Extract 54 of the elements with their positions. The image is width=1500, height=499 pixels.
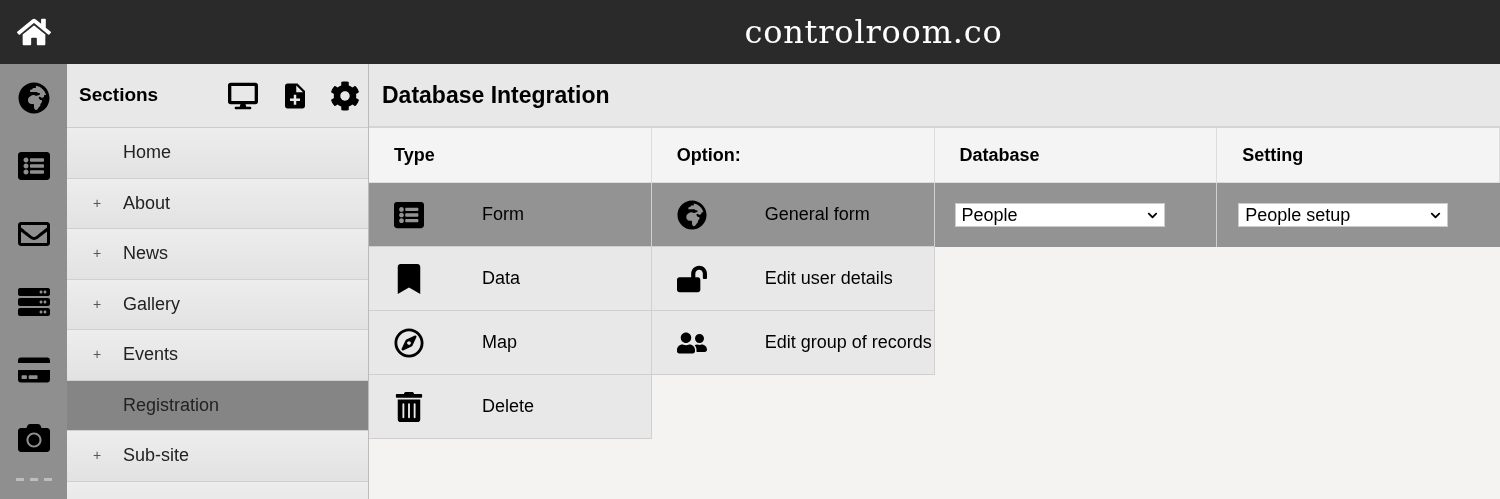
- option-row[interactable]: Data: [369, 247, 651, 311]
- option-label: General form: [764, 203, 870, 226]
- section-label: Events: [123, 343, 179, 367]
- column-header: Setting: [1217, 128, 1500, 183]
- camera-icon[interactable]: [17, 422, 50, 454]
- dashes-icon: [15, 478, 52, 482]
- section-item[interactable]: + Sub-site: [67, 431, 368, 482]
- trash-icon: [394, 391, 424, 422]
- section-label: Home: [123, 141, 171, 165]
- section-item[interactable]: + Gallery: [67, 279, 368, 330]
- list-icon: [394, 199, 424, 230]
- section-item[interactable]: + News: [67, 229, 368, 280]
- expand-marker[interactable]: +: [93, 293, 102, 315]
- expand-marker[interactable]: +: [93, 445, 102, 467]
- section-label: About: [123, 191, 171, 215]
- server-icon[interactable]: [17, 286, 50, 318]
- section-label: Sub-site: [123, 444, 190, 468]
- option-row[interactable]: Form: [369, 183, 651, 247]
- globe-icon[interactable]: [17, 82, 50, 114]
- option-row[interactable]: Edit group of records: [651, 311, 934, 375]
- monitor-icon[interactable]: [228, 80, 258, 111]
- option-label: Edit user details: [764, 267, 893, 290]
- expand-marker[interactable]: +: [93, 243, 102, 265]
- logo: controlroom.co: [744, 12, 1003, 53]
- option-row[interactable]: General form: [651, 183, 934, 247]
- section-label: Gallery: [123, 292, 180, 316]
- section-label: News: [123, 242, 168, 266]
- option-row[interactable]: Edit user details: [651, 247, 934, 311]
- page-title: Database Integration: [382, 80, 610, 110]
- option-label: Data: [482, 267, 521, 290]
- section-item[interactable]: Registration: [67, 380, 368, 431]
- column-header: Type: [369, 128, 652, 183]
- settings-icon[interactable]: [330, 80, 360, 111]
- panel-title: Sections: [79, 83, 160, 108]
- section-item[interactable]: + Events: [67, 330, 368, 381]
- section-item[interactable]: + About: [67, 178, 368, 229]
- option-row[interactable]: Delete: [369, 375, 651, 439]
- unlocked-padlock-icon: [676, 263, 707, 294]
- column-header: Option:: [651, 128, 935, 183]
- compass-icon: [394, 327, 424, 358]
- expand-marker[interactable]: +: [93, 344, 102, 366]
- select-field[interactable]: People: [954, 203, 1165, 227]
- expand-marker[interactable]: +: [93, 192, 102, 214]
- list-icon[interactable]: [17, 150, 50, 182]
- option-label: Map: [482, 331, 517, 354]
- section-item[interactable]: Home: [67, 128, 368, 179]
- column-header: Database: [934, 128, 1218, 183]
- option-label: Delete: [482, 395, 535, 418]
- globe-icon: [676, 199, 707, 230]
- select-field[interactable]: People setup: [1238, 203, 1449, 227]
- option-row[interactable]: Map: [369, 311, 651, 375]
- option-label: Edit group of records: [764, 331, 932, 354]
- option-label: Form: [482, 203, 524, 226]
- section-label: Registration: [123, 393, 220, 417]
